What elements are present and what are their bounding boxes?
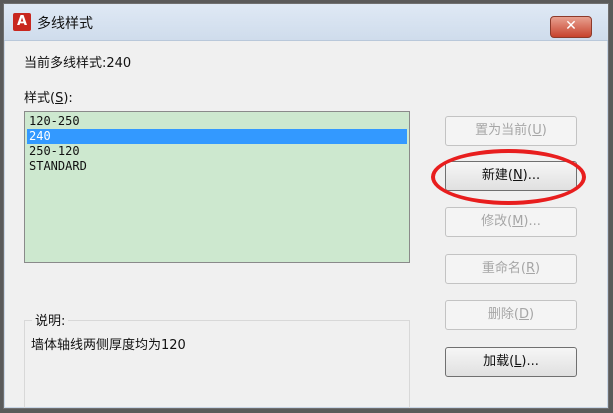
autocad-logo-icon: A [13, 13, 31, 31]
multiline-style-dialog: A 多线样式 ✕ 当前多线样式:240 样式(S): 120-250 240 250… [3, 3, 609, 409]
rename-label: 重命名( [481, 261, 526, 276]
style-list-item[interactable]: 120-250 [27, 114, 407, 129]
delete-key: D [518, 307, 529, 322]
new-key: N [512, 168, 523, 183]
rename-key: R [525, 261, 536, 276]
load-suffix: )... [521, 354, 539, 369]
delete-button[interactable]: 删除(D) [445, 300, 577, 330]
description-text: 墙体轴线两侧厚度均为120 [31, 338, 186, 353]
delete-suffix: ) [529, 307, 535, 322]
styles-label-prefix: 样式( [24, 91, 56, 106]
style-list-item[interactable]: STANDARD [27, 159, 407, 174]
new-suffix: )... [522, 168, 541, 183]
new-button[interactable]: 新建(N)... [445, 161, 577, 191]
close-button[interactable]: ✕ [550, 16, 592, 38]
style-list-item[interactable]: 250-120 [27, 144, 407, 159]
title-bar[interactable]: A 多线样式 ✕ [4, 4, 608, 41]
set-current-label: 置为当前( [475, 123, 533, 138]
delete-label: 删除( [487, 307, 519, 322]
new-label: 新建( [481, 168, 513, 183]
styles-label-suffix: ): [63, 91, 73, 106]
rename-suffix: ) [535, 261, 541, 276]
set-current-suffix: ) [541, 123, 547, 138]
style-list-item[interactable]: 240 [27, 129, 407, 144]
styles-label: 样式(S): [24, 87, 73, 106]
modify-suffix: )... [523, 214, 541, 229]
current-style-label: 当前多线样式:240 [24, 56, 132, 71]
style-list[interactable]: 120-250 240 250-120 STANDARD [24, 111, 410, 263]
set-current-button[interactable]: 置为当前(U) [445, 116, 577, 146]
load-button[interactable]: 加载(L)... [445, 347, 577, 377]
dialog-title: 多线样式 [37, 16, 93, 32]
modify-button[interactable]: 修改(M)... [445, 207, 577, 237]
modify-key: M [512, 214, 524, 229]
load-label: 加载( [483, 354, 515, 369]
description-label: 说明: [32, 310, 69, 329]
modify-label: 修改( [481, 214, 513, 229]
close-icon: ✕ [565, 18, 577, 34]
rename-button[interactable]: 重命名(R) [445, 254, 577, 284]
set-current-key: U [532, 123, 542, 138]
